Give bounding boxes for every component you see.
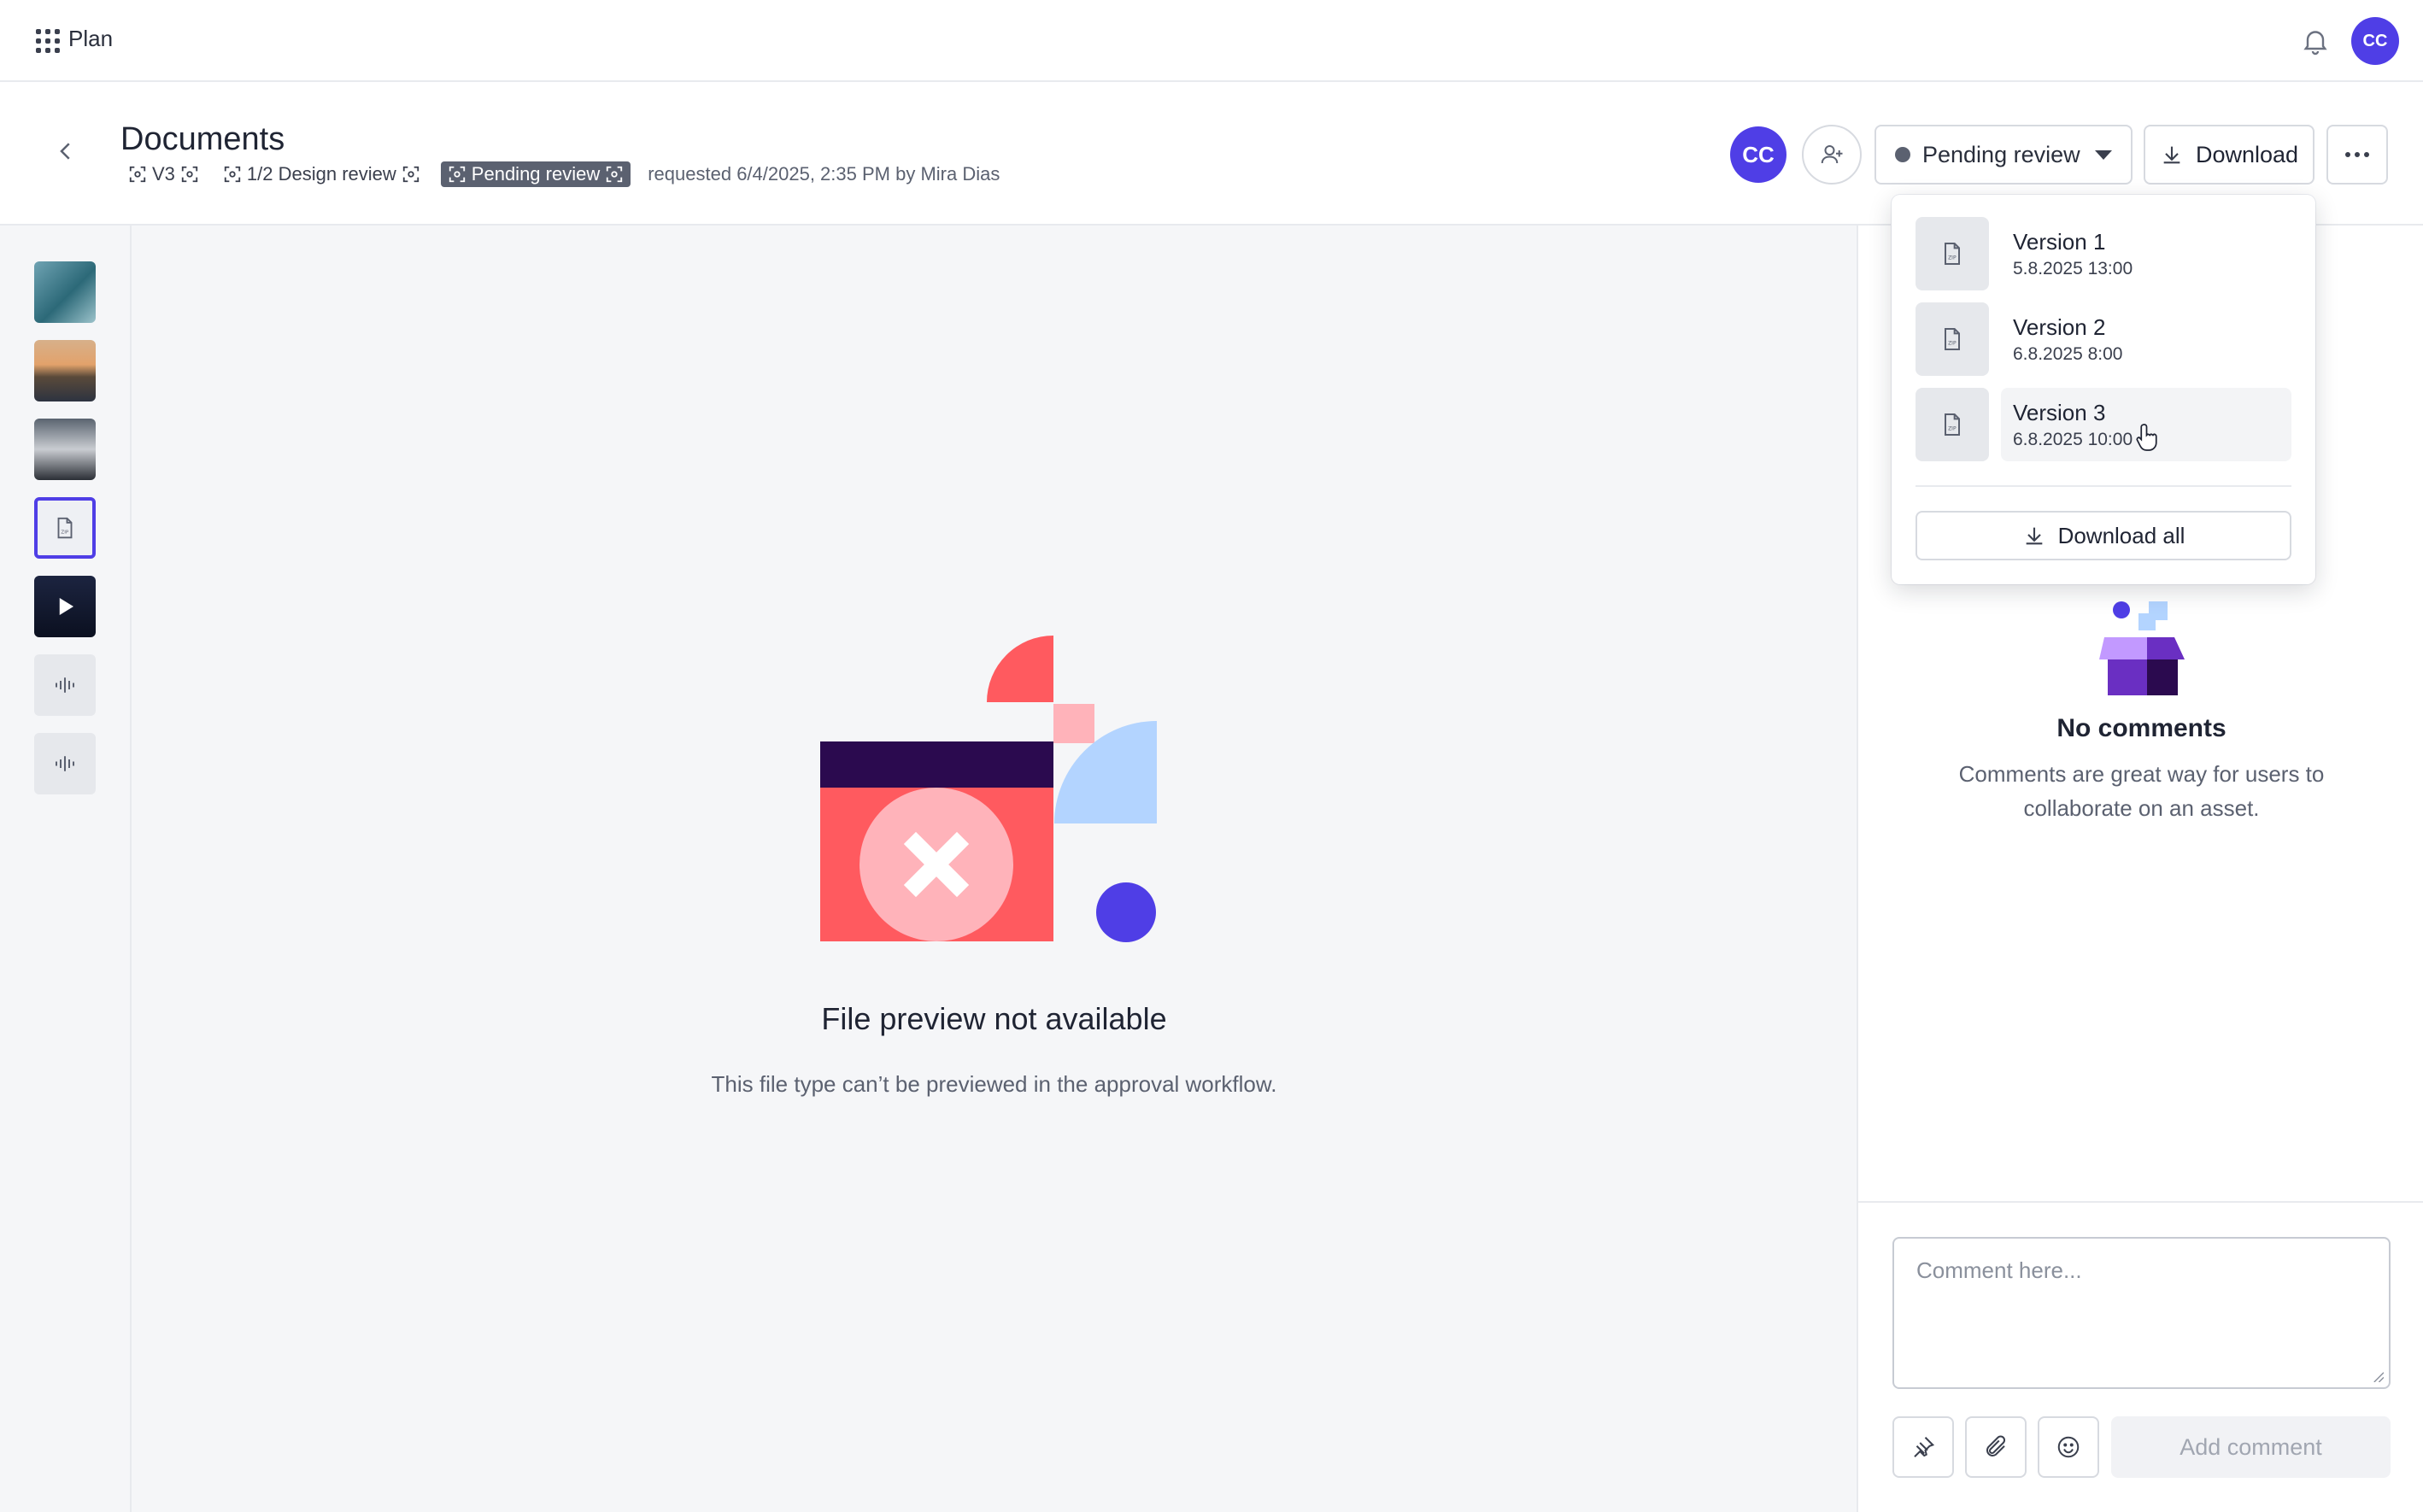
thumbnail-rail: ZIP [0, 226, 132, 1512]
thumbnail-audio[interactable] [34, 733, 96, 794]
add-user-button[interactable] [1802, 125, 1862, 185]
version-name: Version 2 [2013, 314, 2106, 340]
status-chip[interactable]: Pending review [440, 161, 631, 187]
thumbnail-zip-selected[interactable]: ZIP [34, 497, 96, 559]
version-item[interactable]: ZIP Version 1 5.8.2025 13:00 [1916, 217, 2291, 290]
thumbnail-image[interactable] [34, 340, 96, 401]
review-chip-label: 1/2 Design review [246, 163, 396, 185]
paperclip-icon [1986, 1435, 2006, 1456]
preview-title: File preview not available [821, 1001, 1167, 1036]
focus-icon [129, 166, 146, 183]
download-icon [2163, 146, 2180, 164]
version-item[interactable]: ZIP Version 3 6.8.2025 10:00 [1916, 388, 2291, 461]
version-item[interactable]: ZIP Version 2 6.8.2025 8:00 [1916, 302, 2291, 376]
version-name: Version 1 [2013, 228, 2106, 255]
play-icon [59, 598, 73, 615]
svg-text:ZIP: ZIP [61, 530, 68, 535]
focus-icon [607, 166, 623, 183]
zip-file-icon: ZIP [1916, 388, 1989, 461]
app-name[interactable]: Plan [68, 26, 113, 52]
version-chip[interactable]: V3 [125, 161, 202, 187]
versions-dropdown: ZIP Version 1 5.8.2025 13:00 ZIP Version… [1892, 195, 2315, 584]
hand-cursor-icon [2136, 424, 2157, 451]
review-chip[interactable]: 1/2 Design review [220, 161, 424, 187]
top-bar: Plan CC [0, 0, 2423, 82]
preview-subtitle: This file type can’t be previewed in the… [711, 1071, 1277, 1097]
focus-icon [181, 166, 198, 183]
zip-file-icon: ZIP [1916, 217, 1989, 290]
no-comments-text: Comments are great way for users to coll… [1958, 761, 2325, 821]
add-comment-button[interactable]: Add comment [2111, 1416, 2391, 1478]
focus-icon [224, 166, 241, 183]
more-horizontal-icon [2355, 152, 2360, 157]
audio-wave-icon [56, 756, 74, 771]
user-avatar[interactable]: CC [2351, 17, 2399, 65]
chevron-left-icon[interactable] [53, 138, 79, 164]
apps-grid-icon[interactable] [36, 29, 60, 53]
more-horizontal-icon [2364, 152, 2369, 157]
zip-file-icon: ZIP [57, 517, 73, 539]
svg-text:ZIP: ZIP [1948, 255, 1957, 261]
status-dropdown-label: Pending review [1922, 141, 2080, 167]
divider [1916, 485, 2291, 487]
resize-grip-icon[interactable] [2372, 1370, 2384, 1382]
svg-text:ZIP: ZIP [1948, 426, 1957, 432]
zip-file-icon: ZIP [1916, 302, 1989, 376]
attach-button[interactable] [1965, 1416, 2027, 1478]
download-all-label: Download all [2057, 522, 2185, 548]
user-plus-icon [1821, 145, 1843, 164]
caret-down-icon [2095, 149, 2112, 160]
smiley-icon [2057, 1436, 2080, 1458]
download-button-label: Download [2195, 141, 2299, 167]
bell-icon[interactable] [2300, 26, 2331, 56]
thumbnail-audio[interactable] [34, 654, 96, 716]
focus-icon [449, 166, 465, 183]
thumbnail-image[interactable] [34, 261, 96, 323]
more-horizontal-icon [2345, 152, 2350, 157]
no-comments-title: No comments [2056, 714, 2226, 742]
comment-input[interactable] [1892, 1237, 2391, 1389]
comment-composer: Add comment [1858, 1201, 2423, 1512]
version-chip-label: V3 [152, 163, 175, 185]
requested-info: requested 6/4/2025, 2:35 PM by Mira Dias [648, 163, 1000, 185]
status-dot [1895, 147, 1910, 162]
thumbnail-image[interactable] [34, 419, 96, 480]
more-options-button[interactable] [2326, 125, 2388, 185]
download-button[interactable]: Download [2144, 125, 2314, 185]
download-icon [2026, 527, 2042, 545]
emoji-button[interactable] [2038, 1416, 2099, 1478]
assignee-avatar[interactable]: CC [1730, 126, 1786, 183]
focus-icon [402, 166, 419, 183]
no-comments-illustration [2099, 601, 2185, 695]
version-date: 6.8.2025 8:00 [2013, 343, 2123, 364]
meta-row: V3 1/2 Design review Pending review requ… [125, 161, 1000, 188]
audio-wave-icon [56, 677, 74, 693]
page-title: Documents [120, 121, 285, 157]
status-dropdown[interactable]: Pending review [1874, 125, 2133, 185]
status-chip-label: Pending review [471, 163, 601, 185]
preview-unavailable-illustration [820, 636, 1157, 942]
thumbnail-video[interactable] [34, 576, 96, 637]
pin-icon [1914, 1437, 1935, 1457]
svg-text:ZIP: ZIP [1948, 341, 1957, 347]
download-all-button[interactable]: Download all [1916, 511, 2291, 560]
version-date: 5.8.2025 13:00 [2013, 258, 2133, 278]
preview-area: File preview not available This file typ… [132, 226, 1857, 1512]
pin-button[interactable] [1892, 1416, 1954, 1478]
